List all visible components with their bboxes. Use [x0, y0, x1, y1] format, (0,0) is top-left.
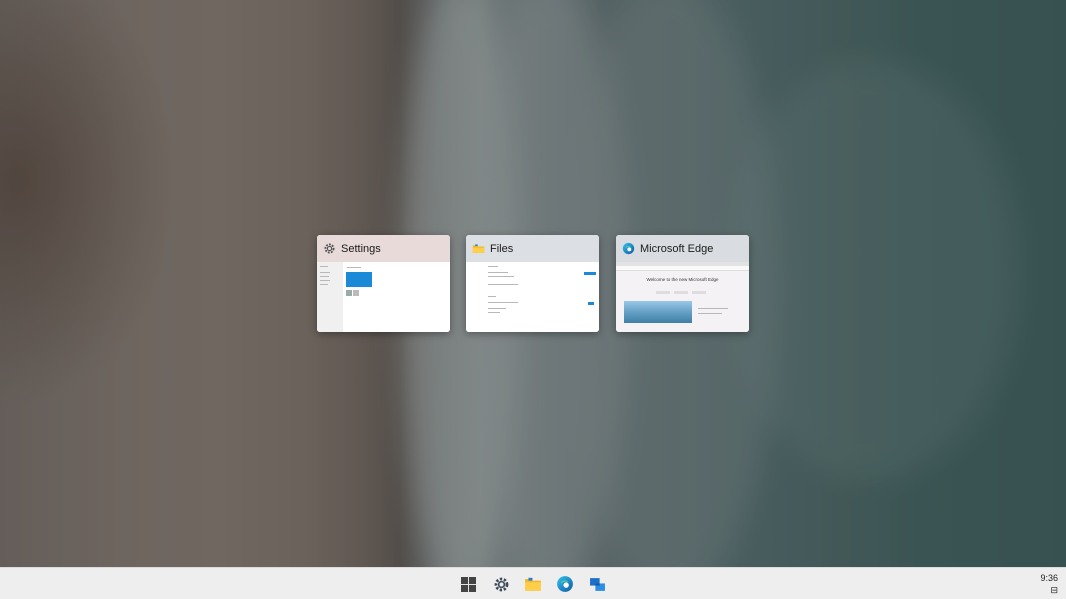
system-clock[interactable]: 9:36 ⊟ — [1040, 573, 1058, 596]
edge-welcome-heading: Welcome to the new Microsoft Edge — [646, 277, 719, 282]
start-icon[interactable] — [457, 573, 479, 595]
window-titlebar: Microsoft Edge — [616, 235, 749, 262]
folder-icon — [472, 242, 485, 255]
edge-icon[interactable] — [554, 573, 576, 595]
notification-tray-icon[interactable]: ⊟ — [1040, 585, 1058, 596]
window-thumbnail — [466, 262, 599, 332]
files-icon[interactable] — [522, 573, 544, 595]
window-preview-edge[interactable]: Microsoft Edge Welcome to the new Micros… — [616, 235, 749, 332]
window-title: Files — [490, 242, 514, 255]
window-thumbnail — [317, 262, 450, 332]
window-preview-settings[interactable]: Settings — [317, 235, 450, 332]
taskbar: 9:36 ⊟ — [0, 567, 1066, 599]
edge-icon — [622, 242, 635, 255]
window-titlebar: Settings — [317, 235, 450, 262]
task-view-icon[interactable] — [586, 573, 608, 595]
clock-time: 9:36 — [1040, 573, 1058, 583]
settings-icon[interactable] — [490, 573, 512, 595]
window-titlebar: Files — [466, 235, 599, 262]
window-thumbnail: Welcome to the new Microsoft Edge — [616, 262, 749, 332]
gear-icon — [323, 242, 336, 255]
window-preview-files[interactable]: Files — [466, 235, 599, 332]
window-title: Microsoft Edge — [640, 242, 714, 255]
window-title: Settings — [341, 242, 381, 255]
